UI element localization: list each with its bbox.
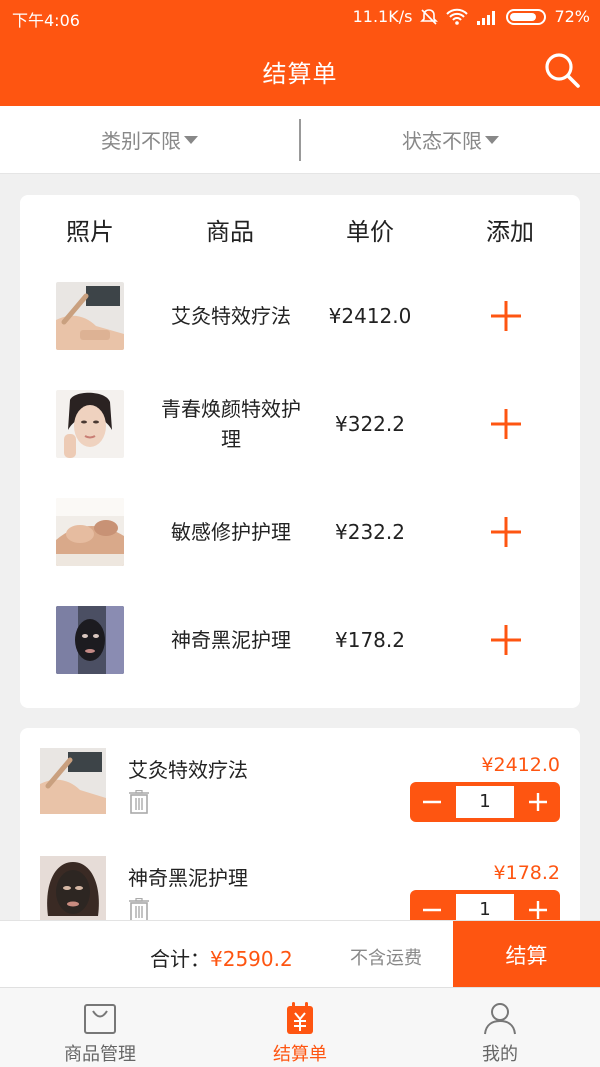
category-filter[interactable]: 类别不限 [0, 106, 299, 173]
increase-button[interactable] [516, 782, 560, 822]
cart-card: 艾灸特效疗法 ¥2412.0 1 神奇黑泥护理 ¥178.2 1 [20, 728, 580, 928]
add-icon[interactable] [490, 408, 522, 440]
add-icon[interactable] [490, 624, 522, 656]
cart-item: 艾灸特效疗法 ¥2412.0 1 [20, 728, 580, 836]
product-price: ¥2412.0 [328, 304, 412, 328]
nav-item-bill[interactable]: 结算单 [200, 988, 400, 1067]
minus-icon [423, 800, 441, 804]
product-row: 青春焕颜特效护理 ¥322.2 [20, 370, 580, 478]
plus-icon [529, 793, 547, 811]
column-header-price: 单价 [346, 218, 394, 246]
status-bar: 下午4:06 11.1K/s 72% [0, 0, 600, 34]
search-icon[interactable] [542, 50, 582, 90]
caret-down-icon [485, 135, 499, 144]
minus-icon [423, 908, 441, 912]
product-price: ¥322.2 [335, 412, 405, 436]
column-header-product: 商品 [206, 218, 254, 246]
add-icon[interactable] [490, 516, 522, 548]
wifi-icon [446, 8, 469, 25]
total-summary: 合计：¥2590.2 [150, 943, 293, 972]
black-mud-mask-photo [40, 856, 106, 922]
face-care-photo [56, 390, 124, 458]
product-row: 艾灸特效疗法 ¥2412.0 [20, 262, 580, 370]
product-price: ¥178.2 [335, 628, 405, 652]
status-indicators: 11.1K/s 72% [353, 7, 590, 26]
status-time: 下午4:06 [12, 11, 80, 30]
app-header: 结算单 [0, 34, 600, 106]
decrease-button[interactable] [410, 782, 454, 822]
plus-icon [529, 901, 547, 919]
moxibustion-photo [40, 748, 106, 814]
facial-massage-photo [56, 498, 124, 566]
product-row: 敏感修护护理 ¥232.2 [20, 478, 580, 586]
status-filter[interactable]: 状态不限 [301, 106, 600, 173]
signal-icon [477, 10, 496, 25]
battery-icon [506, 8, 547, 25]
network-speed: 11.1K/s [352, 7, 413, 26]
product-name: 青春焕颜特效护理 [161, 397, 301, 451]
shopping-bag-icon [84, 1004, 116, 1034]
nav-label: 结算单 [273, 1044, 327, 1065]
cart-item-name: 神奇黑泥护理 [128, 866, 248, 890]
nav-label: 我的 [482, 1044, 518, 1065]
nav-item-profile[interactable]: 我的 [400, 988, 600, 1067]
checkout-button[interactable]: 结算 [453, 921, 600, 988]
cart-item: 神奇黑泥护理 ¥178.2 1 [20, 836, 580, 928]
column-header-photo: 照片 [66, 218, 114, 246]
product-list-card: 照片 商品 单价 添加 艾灸特效疗法 ¥2412.0 青春焕颜特效护理 ¥322… [20, 195, 580, 708]
column-header-add: 添加 [486, 218, 534, 246]
bill-icon [287, 1002, 313, 1034]
cart-item-price: ¥2412.0 [481, 754, 560, 776]
product-name: 艾灸特效疗法 [171, 304, 291, 328]
black-mud-mask-photo [56, 606, 124, 674]
trash-icon[interactable] [128, 790, 150, 814]
total-amount: ¥2590.2 [210, 947, 293, 971]
mute-icon [420, 8, 439, 25]
trash-icon[interactable] [128, 898, 150, 922]
filter-bar: 类别不限 状态不限 [0, 106, 600, 174]
battery-percent: 72% [554, 7, 590, 26]
shipping-note: 不含运费 [350, 948, 422, 969]
product-row: 神奇黑泥护理 ¥178.2 [20, 586, 580, 694]
nav-item-products[interactable]: 商品管理 [0, 988, 200, 1067]
page-title: 结算单 [262, 60, 338, 88]
cart-item-price: ¥178.2 [493, 862, 560, 884]
moxibustion-photo [56, 282, 124, 350]
add-icon[interactable] [490, 300, 522, 332]
user-icon [484, 1003, 516, 1035]
quantity-field[interactable]: 1 [456, 786, 514, 818]
cart-item-name: 艾灸特效疗法 [128, 758, 248, 782]
product-price: ¥232.2 [335, 520, 405, 544]
status-filter-label: 状态不限 [402, 129, 482, 153]
nav-label: 商品管理 [64, 1044, 136, 1065]
product-name: 神奇黑泥护理 [171, 628, 291, 652]
bottom-nav: 商品管理 结算单 我的 [0, 987, 600, 1067]
quantity-stepper: 1 [410, 782, 560, 822]
total-bar: 合计：¥2590.2 不含运费 结算 [0, 920, 600, 988]
total-label: 合计： [150, 947, 210, 971]
caret-down-icon [184, 135, 198, 144]
product-name: 敏感修护护理 [171, 520, 291, 544]
category-filter-label: 类别不限 [101, 129, 181, 153]
